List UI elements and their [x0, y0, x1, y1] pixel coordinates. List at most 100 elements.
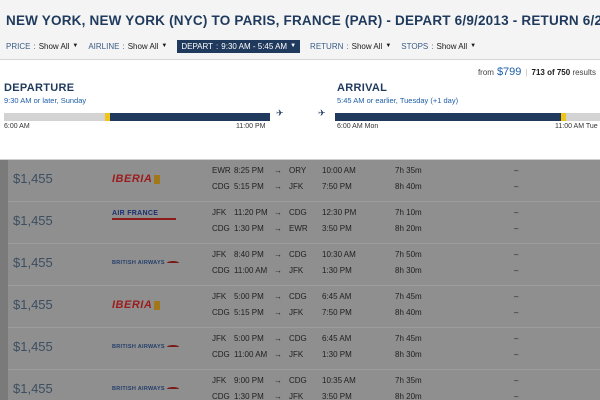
result-price: $1,455: [13, 171, 53, 186]
filter-price[interactable]: PRICE: Show All ▼: [6, 39, 78, 53]
flight-leg: CDG 11:00 AM → JFK 1:30 PM 8h 30m –: [212, 350, 542, 362]
filter-separator: :: [431, 41, 434, 51]
departure-time: 5:15 PM: [234, 182, 264, 191]
duration: 7h 45m: [395, 292, 422, 301]
filter-value: 9:30 AM - 5:45 AM: [221, 41, 288, 51]
stops: –: [514, 224, 519, 233]
filter-bar: PRICE: Show All ▼ AIRLINE: Show All ▼ DEPART:9…: [6, 38, 486, 54]
ba-swoosh-icon: [166, 261, 179, 265]
airline-name: IBERIA: [112, 299, 153, 311]
chevron-down-icon: ▼: [470, 43, 477, 49]
lowest-price: $799: [496, 66, 522, 78]
filter-airline[interactable]: AIRLINE: Show All ▼: [88, 39, 167, 53]
flight-leg: CDG 5:15 PM → JFK 7:50 PM 8h 40m –: [212, 308, 542, 320]
arrival-heading: ARRIVAL: [337, 82, 388, 94]
filter-label: DEPART: [181, 41, 214, 51]
filter-return[interactable]: RETURN: Show All ▼: [310, 39, 391, 53]
arrival-time: 3:50 PM: [322, 392, 352, 400]
filter-depart[interactable]: DEPART:9:30 AM - 5:45 AM ▼: [177, 39, 301, 53]
result-price: $1,455: [13, 213, 53, 228]
airline-logo: BRITISH AIRWAYS: [112, 252, 182, 274]
arrival-end-label: 11:00 AM Tue: [555, 123, 598, 130]
filter-label: AIRLINE: [88, 41, 120, 51]
departure-time-slider[interactable]: [4, 113, 270, 121]
right-arrow-icon: →: [274, 266, 282, 275]
departure-start-handle[interactable]: [105, 113, 111, 121]
result-row[interactable]: $1,455 IBERIA JFK 5:00 PM → CDG 6:45 AM 7h 45m –…: [8, 286, 600, 328]
flight-leg: CDG 5:15 PM → JFK 7:50 PM 8h 40m –: [212, 182, 542, 194]
right-arrow-icon: →: [274, 182, 282, 191]
flight-leg: CDG 11:00 AM → JFK 1:30 PM 8h 30m –: [212, 266, 542, 278]
filter-separator: :: [216, 41, 219, 51]
arrival-time-slider[interactable]: [335, 113, 600, 121]
destination-code: ORY: [289, 166, 307, 175]
duration: 8h 40m: [395, 308, 422, 317]
filter-stops[interactable]: STOPS: Show All ▼: [401, 39, 476, 53]
filter-label: RETURN: [310, 41, 344, 51]
chevron-down-icon: ▼: [290, 43, 297, 49]
origin-code: JFK: [212, 334, 227, 343]
flight-leg: EWR 8:25 PM → ORY 10:00 AM 7h 35m –: [212, 166, 542, 178]
airline-logo: BRITISH AIRWAYS: [112, 336, 182, 358]
flight-leg: JFK 5:00 PM → CDG 6:45 AM 7h 45m –: [212, 292, 542, 304]
result-row[interactable]: $1,455 IBERIA EWR 8:25 PM → ORY 10:00 AM 7h 35m…: [8, 160, 600, 202]
arrival-time: 7:50 PM: [322, 182, 352, 191]
duration: 8h 20m: [395, 224, 422, 233]
right-arrow-icon: →: [274, 292, 282, 301]
filter-value: Show All: [436, 41, 468, 51]
arrival-time: 10:30 AM: [322, 250, 356, 259]
departure-time: 1:30 PM: [234, 392, 264, 400]
stops: –: [514, 182, 519, 191]
stops: –: [514, 166, 519, 175]
right-arrow-icon: →: [274, 224, 282, 233]
duration: 7h 45m: [395, 334, 422, 343]
arrival-time: 6:45 AM: [322, 292, 352, 301]
result-count-value: 713 of 750: [531, 68, 571, 77]
flight-leg: CDG 1:30 PM → EWR 3:50 PM 8h 20m –: [212, 224, 542, 236]
flight-leg: CDG 1:30 PM → JFK 3:50 PM 8h 20m –: [212, 392, 542, 400]
result-summary: from $799 | 713 of 750 results: [478, 66, 596, 78]
airline-name: BRITISH AIRWAYS: [112, 260, 165, 266]
origin-code: EWR: [212, 166, 231, 175]
ba-swoosh-icon: [166, 387, 179, 391]
filter-separator: :: [33, 41, 36, 51]
arrival-end-handle[interactable]: [560, 113, 566, 121]
origin-code: CDG: [212, 392, 230, 400]
filter-label: PRICE: [6, 41, 31, 51]
departure-time: 11:20 PM: [234, 208, 268, 217]
arrival-time: 6:45 AM: [322, 334, 352, 343]
flight-leg: JFK 9:00 PM → CDG 10:35 AM 7h 35m –: [212, 376, 542, 388]
right-arrow-icon: →: [274, 334, 282, 343]
departure-time: 11:00 AM: [234, 266, 268, 275]
search-header: NEW YORK, NEW YORK (NYC) TO PARIS, FRANC…: [0, 0, 600, 60]
origin-code: CDG: [212, 308, 230, 317]
stops: –: [514, 308, 519, 317]
departure-time: 8:25 PM: [234, 166, 264, 175]
arrival-range-fill: [335, 113, 566, 121]
duration: 7h 35m: [395, 166, 422, 175]
flight-leg: JFK 5:00 PM → CDG 6:45 AM 7h 45m –: [212, 334, 542, 346]
result-row[interactable]: $1,455 BRITISH AIRWAYS JFK 8:40 PM → CDG 10:30…: [8, 244, 600, 286]
destination-code: JFK: [289, 350, 304, 359]
iberia-flag-icon: [154, 174, 161, 184]
result-row[interactable]: $1,455 BRITISH AIRWAYS JFK 5:00 PM → CDG 6:45 …: [8, 328, 600, 370]
stops: –: [514, 266, 519, 275]
stops: –: [514, 350, 519, 359]
arrival-time: 10:00 AM: [322, 166, 356, 175]
departure-time: 11:00 AM: [234, 350, 268, 359]
arrival-time: 1:30 PM: [322, 350, 352, 359]
result-row[interactable]: $1,455 AIR FRANCE JFK 11:20 PM → CDG 12:30 PM 7…: [8, 202, 600, 244]
result-price: $1,455: [13, 381, 53, 396]
departure-range-fill: [105, 113, 270, 121]
result-row[interactable]: $1,455 BRITISH AIRWAYS JFK 9:00 PM → CDG 10:35…: [8, 370, 600, 400]
origin-code: CDG: [212, 350, 230, 359]
destination-code: JFK: [289, 182, 304, 191]
stops: –: [514, 392, 519, 400]
origin-code: JFK: [212, 250, 227, 259]
filter-value: Show All: [351, 41, 383, 51]
airline-name: IBERIA: [112, 173, 153, 185]
chevron-down-icon: ▼: [161, 43, 168, 49]
stops: –: [514, 250, 519, 259]
duration: 8h 30m: [395, 266, 422, 275]
destination-code: CDG: [289, 250, 307, 259]
